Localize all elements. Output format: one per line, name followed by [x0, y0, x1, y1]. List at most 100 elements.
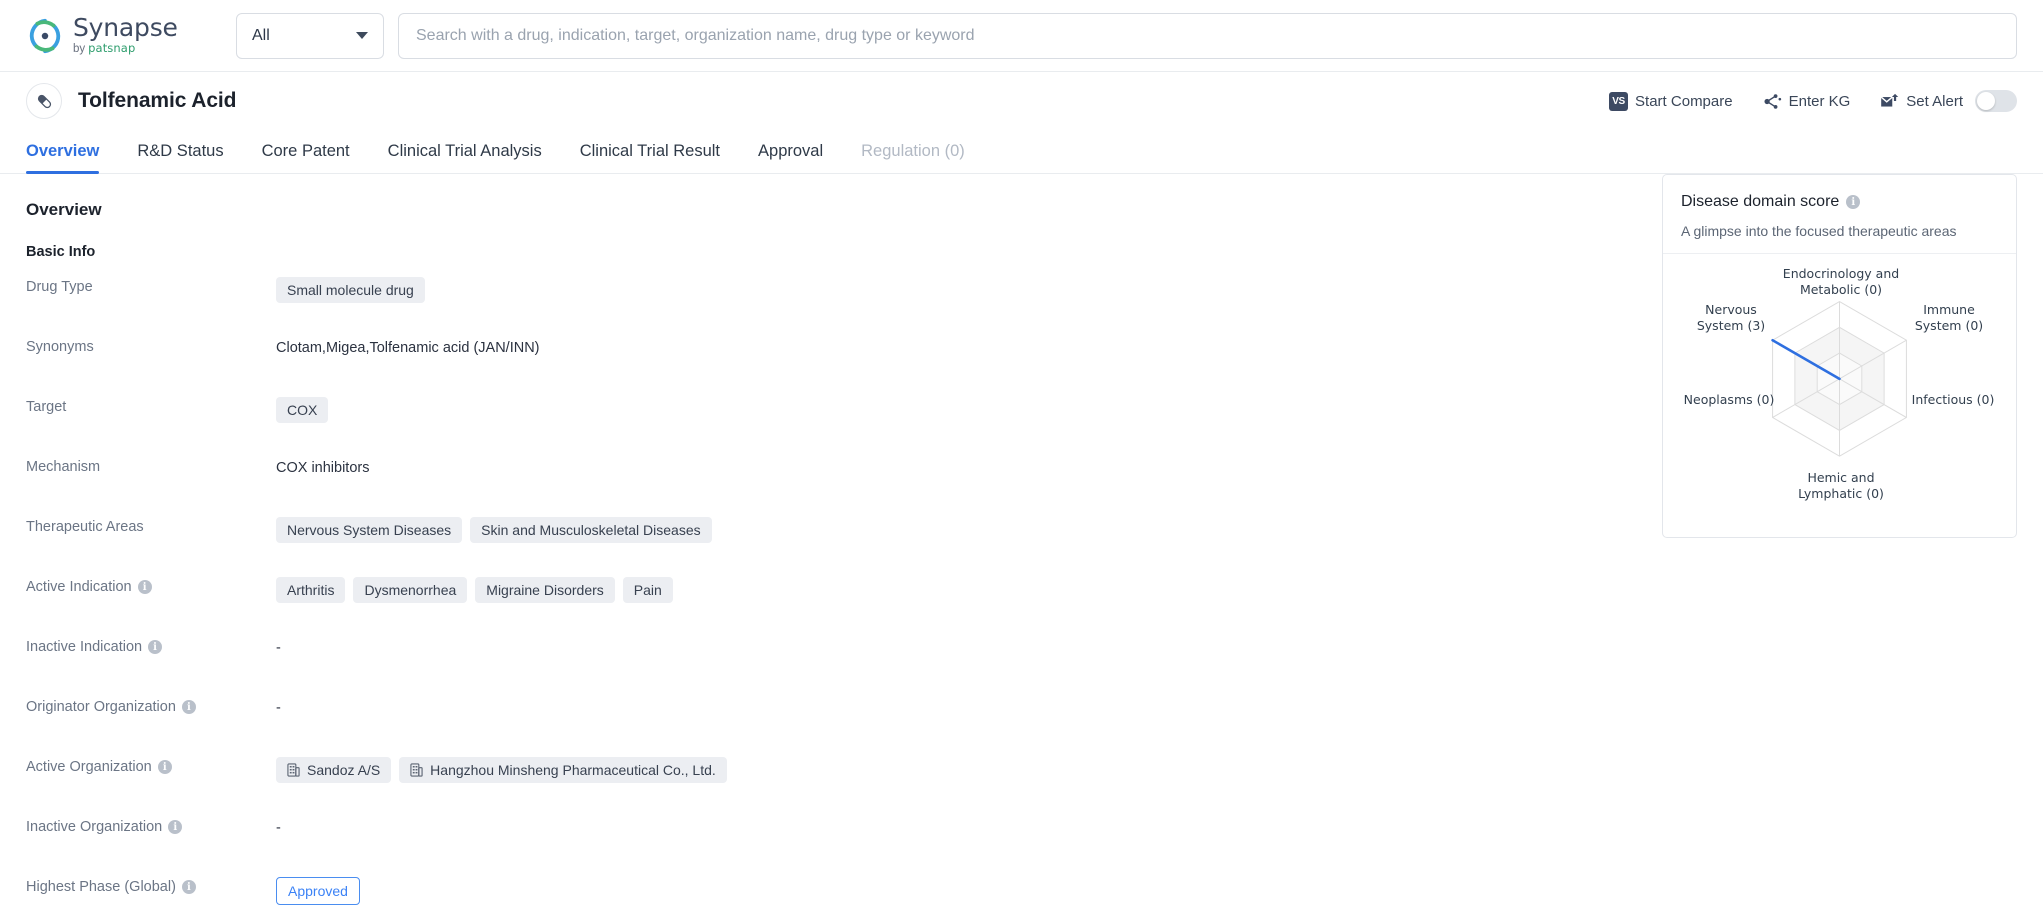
tag-label: Nervous System Diseases: [287, 522, 452, 538]
search-input[interactable]: [416, 26, 1999, 45]
info-row-label: Highest Phase (Global) i: [26, 876, 276, 895]
tab-core-patent[interactable]: Core Patent: [262, 142, 350, 173]
logo-by-text: by: [73, 43, 86, 56]
info-row-label: Target: [26, 396, 276, 415]
mail-alert-icon: [1881, 93, 1899, 107]
info-row: Highest Phase (Global) i Approved: [26, 876, 2017, 908]
disease-domain-score-card: Disease domain score i A glimpse into th…: [1662, 174, 2017, 538]
info-icon[interactable]: i: [168, 820, 183, 834]
radar-label-nervous: Nervous System (3): [1697, 302, 1765, 333]
empty-value: -: [276, 700, 281, 716]
set-alert-label: Set Alert: [1906, 92, 1963, 110]
info-icon[interactable]: i: [1846, 195, 1861, 209]
value-tag[interactable]: Skin and Musculoskeletal Diseases: [470, 517, 712, 543]
organization-tag[interactable]: Sandoz A/S: [276, 757, 392, 783]
info-row-label: Active Indication i: [26, 576, 276, 595]
value-tag[interactable]: Small molecule drug: [276, 277, 425, 303]
info-row-value: -: [276, 816, 281, 836]
info-icon[interactable]: i: [181, 700, 196, 714]
value-tag[interactable]: Migraine Disorders: [475, 577, 615, 603]
radar-label-endocrinology: Endocrinology and Metabolic (0): [1783, 266, 1899, 297]
info-row-label: Active Organization i: [26, 756, 276, 775]
enter-kg-button[interactable]: Enter KG: [1763, 92, 1851, 110]
radar-label-immune: Immune System (0): [1915, 302, 1983, 333]
radar-label-line: System (0): [1914, 317, 1984, 333]
logo-brand-text: patsnap: [88, 41, 136, 56]
info-row-label-text: Inactive Organization: [26, 819, 163, 835]
radar-label-line: System (3): [1696, 317, 1766, 333]
info-row-label-text: Highest Phase (Global): [26, 879, 176, 895]
info-row-value: COX inhibitors: [276, 456, 369, 476]
start-compare-button[interactable]: VS Start Compare: [1609, 91, 1733, 111]
tab-overview[interactable]: Overview: [26, 142, 100, 174]
text-value: Clotam,Migea,Tolfenamic acid (JAN/INN): [276, 340, 540, 356]
value-tag[interactable]: COX: [276, 397, 329, 423]
info-icon[interactable]: i: [137, 580, 152, 594]
tag-label: Arthritis: [287, 582, 335, 598]
value-tag[interactable]: Pain: [622, 577, 673, 603]
info-row-label: Synonyms: [26, 336, 276, 355]
info-icon[interactable]: i: [181, 880, 196, 894]
empty-value: -: [276, 640, 281, 656]
phase-badge[interactable]: Approved: [276, 877, 360, 905]
value-tag[interactable]: Arthritis: [276, 577, 346, 603]
tab-clinical-trial-result[interactable]: Clinical Trial Result: [580, 142, 720, 173]
info-icon[interactable]: i: [148, 640, 163, 654]
info-row-label: Inactive Organization i: [26, 816, 276, 835]
overview-content: Overview Basic Info Drug Type Small molec…: [0, 174, 2043, 908]
synapse-logo[interactable]: Synapse by patsnap: [26, 15, 206, 56]
organization-tag[interactable]: Hangzhou Minsheng Pharmaceutical Co., Lt…: [399, 757, 727, 783]
drug-header: Tolfenamic Acid VS Start Compare Enter K…: [0, 72, 2043, 130]
info-row-value: Approved: [276, 876, 360, 905]
knowledge-graph-icon: [1764, 93, 1781, 109]
empty-value: -: [276, 820, 281, 836]
tag-label: Migraine Disorders: [486, 582, 604, 598]
info-row: Active Indication i Arthritis Dysmenorrhea M…: [26, 576, 2017, 618]
info-row: Active Organization i Sandoz A/S Hangzhou M…: [26, 756, 2017, 798]
page-title: Tolfenamic Acid: [78, 89, 237, 112]
radar-label-line: Hemic and: [1807, 470, 1875, 485]
info-row-label-text: Target: [26, 399, 67, 415]
radar-label-line: Metabolic (0): [1799, 281, 1883, 297]
value-tag[interactable]: Nervous System Diseases: [276, 517, 463, 543]
set-alert-toggle[interactable]: [1975, 90, 2017, 112]
tag-label: Dysmenorrhea: [364, 582, 457, 598]
info-row-value: COX: [276, 396, 329, 423]
search-scope-select[interactable]: All: [236, 12, 384, 59]
info-icon[interactable]: i: [157, 760, 172, 774]
building-icon: [287, 763, 300, 777]
tab-approval[interactable]: Approval: [758, 142, 823, 173]
disease-radar-chart: Synapse by patsnap Endocrinology andMeta…: [1681, 258, 1998, 523]
capsule-pill-icon: [37, 94, 51, 108]
info-row-label-text: Originator Organization: [26, 699, 176, 715]
vs-icon: VS: [1609, 91, 1629, 111]
set-alert-control[interactable]: Set Alert: [1880, 90, 2017, 112]
radar-label-line: Nervous: [1705, 302, 1757, 317]
tab-rd-status[interactable]: R&D Status: [137, 142, 223, 173]
info-row-label-text: Therapeutic Areas: [26, 519, 144, 535]
start-compare-label: Start Compare: [1635, 92, 1733, 110]
enter-kg-label: Enter KG: [1788, 92, 1851, 110]
search-box[interactable]: [398, 12, 2017, 59]
value-tag[interactable]: Dysmenorrhea: [353, 577, 468, 603]
info-row-value: Small molecule drug: [276, 276, 425, 303]
tag-label: Small molecule drug: [287, 282, 414, 298]
tab-clinical-trial-analysis[interactable]: Clinical Trial Analysis: [388, 142, 542, 173]
tab-regulation: Regulation (0): [861, 142, 965, 160]
info-row-value: Sandoz A/S Hangzhou Minsheng Pharmaceutic…: [276, 756, 727, 783]
info-row-value: Clotam,Migea,Tolfenamic acid (JAN/INN): [276, 336, 540, 356]
info-row-label: Mechanism: [26, 456, 276, 475]
info-row-value: Arthritis Dysmenorrhea Migraine Disorders P…: [276, 576, 673, 603]
info-row-value: Nervous System Diseases Skin and Musculos…: [276, 516, 712, 543]
radar-label-line: Infectious (0): [1911, 392, 1995, 407]
top-navigation-bar: Synapse by patsnap All: [0, 0, 2043, 72]
tag-label: Skin and Musculoskeletal Diseases: [481, 522, 701, 538]
radar-label-hemic: Hemic and Lymphatic (0): [1798, 470, 1884, 501]
info-row: Inactive Indication i -: [26, 636, 2017, 678]
radar-label-line: Lymphatic (0): [1798, 485, 1884, 501]
radar-label-line: Neoplasms (0): [1683, 392, 1775, 407]
radar-label-neoplasms: Neoplasms (0): [1684, 392, 1775, 408]
chevron-down-icon: [356, 32, 368, 39]
drug-avatar: [26, 83, 62, 119]
tag-label: COX: [287, 402, 318, 418]
